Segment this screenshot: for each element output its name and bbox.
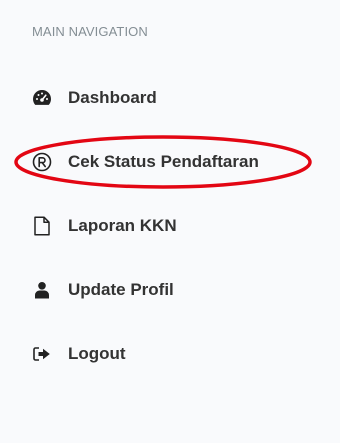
sidebar-item-logout[interactable]: Logout [0, 322, 340, 386]
sidebar: MAIN NAVIGATION Dashboard Cek Status Pen… [0, 0, 340, 443]
section-header: MAIN NAVIGATION [32, 24, 148, 39]
sidebar-menu: Dashboard Cek Status Pendaftaran Laporan… [0, 66, 340, 386]
sidebar-item-label: Dashboard [68, 88, 157, 107]
sidebar-item-dashboard[interactable]: Dashboard [0, 66, 340, 130]
registered-icon [32, 152, 52, 172]
sidebar-item-label: Cek Status Pendaftaran [68, 152, 259, 171]
sidebar-item-cek-status[interactable]: Cek Status Pendaftaran [0, 130, 340, 194]
logout-icon [32, 344, 52, 364]
sidebar-item-label: Logout [68, 344, 126, 363]
sidebar-item-label: Update Profil [68, 280, 174, 299]
dashboard-icon [32, 88, 52, 108]
sidebar-item-laporan-kkn[interactable]: Laporan KKN [0, 194, 340, 258]
file-icon [32, 216, 52, 236]
sidebar-item-update-profil[interactable]: Update Profil [0, 258, 340, 322]
sidebar-item-label: Laporan KKN [68, 216, 177, 235]
user-icon [32, 280, 52, 300]
